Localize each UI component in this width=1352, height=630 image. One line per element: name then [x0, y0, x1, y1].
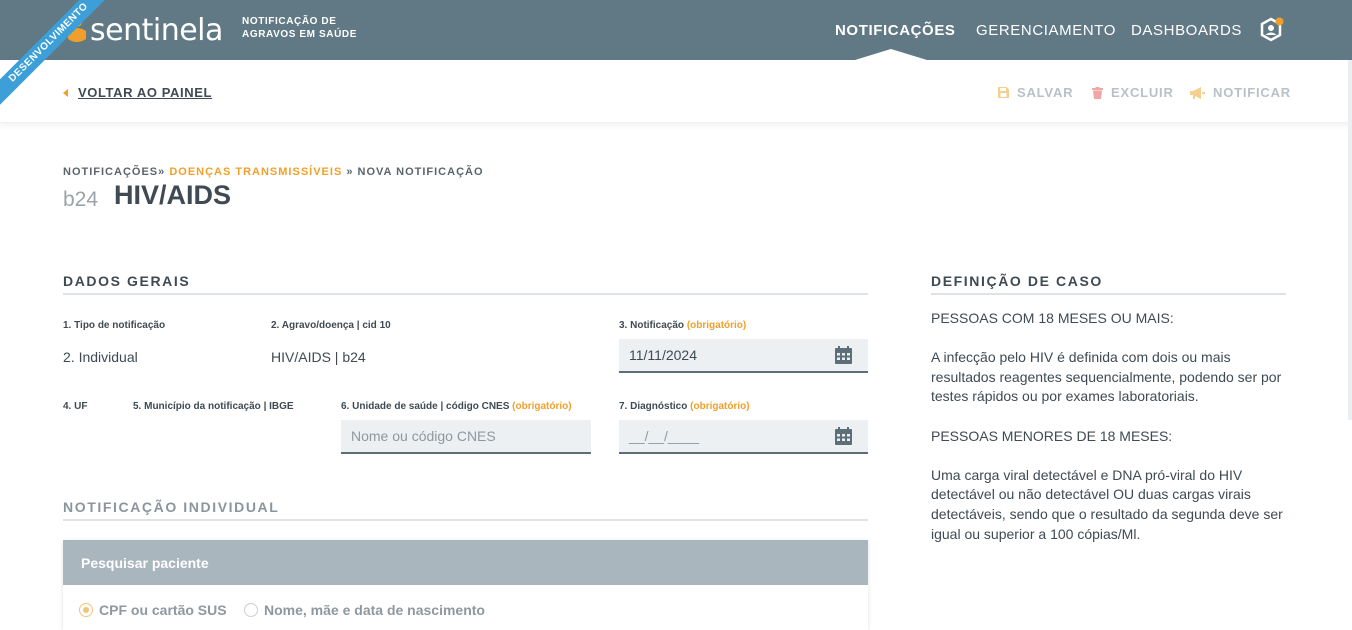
- page-title: HIV/AIDS: [114, 180, 232, 210]
- environment-ribbon-label: DESENVOLVIMENTO: [0, 0, 110, 110]
- field-value-agravo: HIV/AIDS | b24: [271, 349, 366, 365]
- case-definition-p3: PESSOAS MENORES DE 18 MESES:: [931, 427, 1173, 444]
- delete-button[interactable]: EXCLUIR: [1092, 85, 1174, 100]
- required-tag: (obrigatório): [512, 401, 572, 412]
- notification-date-input[interactable]: 11/11/2024: [619, 339, 868, 373]
- nav-active-indicator: [855, 49, 927, 60]
- radio-cpf-cartao-sus[interactable]: CPF ou cartão SUS: [79, 602, 227, 618]
- notify-button[interactable]: NOTIFICAR: [1190, 85, 1291, 100]
- required-tag: (obrigatório): [690, 401, 750, 412]
- floppy-disk-icon: [998, 87, 1009, 98]
- field-label-tipo-notificacao: 1. Tipo de notificação: [63, 320, 166, 331]
- field-value-tipo-notificacao: 2. Individual: [63, 349, 138, 365]
- delete-button-label: EXCLUIR: [1111, 85, 1174, 100]
- breadcrumb-nova-notificacao: NOVA NOTIFICAÇÃO: [357, 166, 484, 178]
- page-title-code: b24: [63, 188, 99, 211]
- save-button-label: SALVAR: [1017, 85, 1074, 100]
- radio-selected-icon: [79, 603, 93, 617]
- app-subtitle-line1: NOTIFICAÇÃO DE: [242, 16, 337, 27]
- page-scrollbar[interactable]: [1348, 60, 1352, 420]
- app-subtitle: NOTIFICAÇÃO DE AGRAVOS EM SAÚDE: [242, 15, 372, 41]
- trash-icon: [1092, 86, 1103, 99]
- save-button[interactable]: SALVAR: [998, 85, 1073, 100]
- app-subtitle-line2: AGRAVOS EM SAÚDE: [242, 29, 357, 40]
- radio-cpf-label: CPF ou cartão SUS: [99, 602, 227, 618]
- case-definition-p4: Uma carga viral detectável e DNA pró-vir…: [931, 466, 1283, 542]
- case-definition-p1: PESSOAS COM 18 MESES OU MAIS:: [931, 310, 1174, 326]
- field-label-diagnostico-text: 7. Diagnóstico: [619, 401, 688, 412]
- radio-nome-mae-nascimento[interactable]: Nome, mãe e data de nascimento: [244, 602, 485, 618]
- field-label-municipio: 5. Município da notificação | IBGE: [133, 401, 294, 412]
- field-label-unidade-saude: 6. Unidade de saúde | código CNES (obrig…: [341, 401, 572, 412]
- megaphone-icon: [1190, 86, 1205, 99]
- section-heading-notificacao-individual: NOTIFICAÇÃO INDIVIDUAL: [63, 499, 868, 521]
- section-heading-dados-gerais: DADOS GERAIS: [63, 273, 868, 295]
- patient-search-card: Pesquisar paciente CPF ou cartão SUS Nom…: [63, 540, 868, 630]
- breadcrumb-doencas-transmissiveis[interactable]: DOENÇAS TRANSMISSÍVEIS: [169, 166, 342, 178]
- case-definition-text: PESSOAS COM 18 MESES OU MAIS: A infecção…: [931, 309, 1286, 564]
- radio-unselected-icon: [244, 603, 258, 617]
- breadcrumb: NOTIFICAÇÕES» DOENÇAS TRANSMISSÍVEIS » N…: [63, 166, 484, 178]
- calendar-icon[interactable]: [835, 427, 852, 445]
- field-label-notificacao: 3. Notificação (obrigatório): [619, 320, 746, 331]
- field-label-uf: 4. UF: [63, 401, 88, 412]
- field-label-agravo: 2. Agravo/doença | cid 10: [271, 320, 391, 331]
- field-label-diagnostico: 7. Diagnóstico (obrigatório): [619, 401, 750, 412]
- breadcrumb-separator: »: [342, 166, 358, 178]
- health-unit-placeholder: Nome ou código CNES: [351, 428, 496, 444]
- diagnosis-date-placeholder: __/__/____: [629, 428, 700, 444]
- required-tag: (obrigatório): [686, 320, 747, 331]
- notify-button-label: NOTIFICAR: [1213, 85, 1291, 100]
- nav-dashboards[interactable]: DASHBOARDS: [1131, 0, 1242, 60]
- nav-gerenciamento[interactable]: GERENCIAMENTO: [976, 0, 1116, 60]
- action-toolbar: VOLTAR AO PAINEL SALVAR EXCLUIR NOTIFICA…: [0, 60, 1352, 123]
- field-label-unidade-saude-text: 6. Unidade de saúde | código CNES: [341, 401, 510, 412]
- calendar-icon[interactable]: [835, 346, 852, 364]
- notification-date-value: 11/11/2024: [629, 347, 697, 363]
- health-unit-input[interactable]: Nome ou código CNES: [341, 420, 591, 454]
- radio-nome-label: Nome, mãe e data de nascimento: [264, 602, 485, 618]
- breadcrumb-separator: »: [158, 166, 170, 178]
- environment-ribbon: DESENVOLVIMENTO: [0, 0, 110, 110]
- section-heading-definicao-caso: DEFINIÇÃO DE CASO: [931, 273, 1286, 295]
- diagnosis-date-input[interactable]: __/__/____: [619, 420, 868, 454]
- field-label-notificacao-text: 3. Notificação: [619, 320, 685, 331]
- case-definition-p2: A infecção pelo HIV é definida com dois …: [931, 349, 1282, 405]
- user-badge-icon[interactable]: [1258, 16, 1286, 44]
- breadcrumb-notificacoes[interactable]: NOTIFICAÇÕES: [63, 166, 158, 178]
- patient-search-title: Pesquisar paciente: [63, 540, 868, 585]
